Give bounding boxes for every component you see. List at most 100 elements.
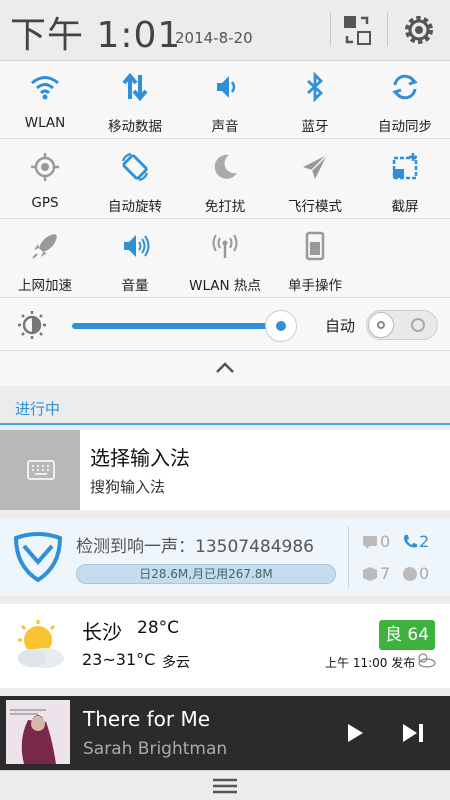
gps-icon <box>31 153 59 181</box>
wifi-icon <box>31 76 59 100</box>
keyboard-icon <box>27 460 55 480</box>
notification-title: 检测到响一声：13507484986 <box>76 537 314 557</box>
brightness-slider-fill <box>72 323 281 329</box>
tile-airplane-mode[interactable]: 飞行模式 <box>270 141 360 219</box>
tile-mobile-data[interactable]: 移动数据 <box>90 61 180 139</box>
tile-label: 自动同步 <box>378 119 432 135</box>
box-icon <box>363 567 377 581</box>
date-label: 2014-8-20 <box>175 29 253 47</box>
tile-label: 截屏 <box>391 199 419 215</box>
section-divider <box>0 423 450 425</box>
toggle-on-indicator <box>411 318 425 332</box>
tile-auto-sync[interactable]: 自动同步 <box>360 61 450 139</box>
weather-range: 23~31°C <box>82 650 156 669</box>
weather-temp: 28°C <box>137 618 180 638</box>
screenshot-icon <box>392 153 418 180</box>
collapse-panel-button[interactable] <box>0 351 450 387</box>
cloud-small-icon <box>418 653 436 668</box>
quick-settings-row: GPS 自动旋转 免打扰 飞行模式 截屏 <box>0 141 450 219</box>
switch-view-icon <box>344 16 371 45</box>
other-count: 0 <box>419 564 430 583</box>
tile-network-boost[interactable]: 上网加速 <box>0 220 90 298</box>
tile-bluetooth[interactable]: 蓝牙 <box>270 61 360 139</box>
sync-icon <box>392 74 418 100</box>
quick-settings-panel: WLAN 移动数据 声音 蓝牙 自动同步 GPS 自动旋转 免打扰 飞行模式 截… <box>0 60 450 386</box>
brightness-slider[interactable] <box>72 323 292 329</box>
slider-dot <box>276 321 286 331</box>
tile-label: 飞行模式 <box>288 199 342 215</box>
divider <box>387 12 388 46</box>
notification-title: 选择输入法 <box>90 446 190 470</box>
tile-label: 声音 <box>211 119 239 135</box>
album-art-image <box>6 700 70 764</box>
song-title: There for Me <box>83 707 211 731</box>
rotate-icon <box>121 152 149 182</box>
settings-button[interactable] <box>399 10 439 50</box>
divider <box>348 526 349 588</box>
album-cover <box>6 700 70 764</box>
tile-wlan-hotspot[interactable]: WLAN 热点 <box>180 220 270 298</box>
tile-label: 单手操作 <box>288 278 342 294</box>
tile-label: 自动旋转 <box>108 199 162 215</box>
shield-icon <box>13 532 63 583</box>
tile-auto-rotate[interactable]: 自动旋转 <box>90 141 180 219</box>
notification-subtitle: 搜狗输入法 <box>90 478 166 496</box>
mobile-data-icon <box>122 72 148 102</box>
notification-music-player[interactable]: There for Me Sarah Brightman <box>0 696 450 770</box>
ad-block-icon <box>403 567 417 581</box>
tile-screenshot[interactable]: 截屏 <box>360 141 450 219</box>
clock-time: 下午 1:01 <box>10 15 182 56</box>
drag-handle-bar[interactable] <box>0 770 450 800</box>
tile-label: 移动数据 <box>108 119 162 135</box>
section-title: 进行中 <box>15 400 61 418</box>
status-header: 下午 1:01 2014-8-20 <box>0 0 450 60</box>
hotspot-icon <box>212 234 238 258</box>
tile-gps[interactable]: GPS <box>0 141 90 219</box>
data-usage-bar: 日28.6M,月已用267.8M <box>76 564 336 584</box>
tile-label: 免打扰 <box>204 199 246 215</box>
moon-icon <box>214 154 237 179</box>
next-track-icon[interactable] <box>400 722 426 744</box>
notification-input-method[interactable]: 选择输入法 搜狗输入法 <box>0 430 450 510</box>
box-count: 7 <box>380 564 391 583</box>
volume-icon <box>124 235 150 257</box>
notification-icon-box <box>0 430 80 510</box>
tile-one-hand-mode[interactable]: 单手操作 <box>270 220 360 298</box>
call-count: 2 <box>419 532 430 551</box>
tile-sound[interactable]: 声音 <box>180 61 270 139</box>
partly-cloudy-icon <box>18 620 64 668</box>
tile-label: WLAN 热点 <box>189 278 261 294</box>
message-icon <box>363 536 377 549</box>
speaker-icon <box>217 76 236 98</box>
switch-view-button[interactable] <box>337 10 377 50</box>
brightness-icon <box>18 311 46 339</box>
rocket-icon <box>32 234 57 259</box>
gear-icon <box>405 16 433 44</box>
quick-settings-row: 上网加速 音量 WLAN 热点 单手操作 <box>0 220 450 298</box>
tile-do-not-disturb[interactable]: 免打扰 <box>180 141 270 219</box>
airplane-icon <box>303 154 328 179</box>
quick-settings-row: WLAN 移动数据 声音 蓝牙 自动同步 <box>0 61 450 139</box>
toggle-knob <box>368 312 394 338</box>
tile-volume[interactable]: 音量 <box>90 220 180 298</box>
air-quality-badge: 良 64 <box>379 620 435 650</box>
tile-wlan[interactable]: WLAN <box>0 61 90 139</box>
phone-icon <box>404 535 417 548</box>
brightness-slider-thumb[interactable] <box>265 310 297 342</box>
chevron-up-icon <box>216 362 234 373</box>
publish-time: 上午 11:00 发布 <box>325 656 416 670</box>
auto-brightness-label: 自动 <box>325 317 356 335</box>
tile-label: 蓝牙 <box>301 119 329 135</box>
tile-label: WLAN <box>24 115 66 131</box>
tile-label: GPS <box>31 195 59 211</box>
notification-weather[interactable]: 长沙 28°C 23~31°C 多云 良 64 上午 11:00 发布 <box>0 604 450 688</box>
auto-brightness-toggle[interactable] <box>366 310 438 340</box>
bluetooth-icon <box>307 71 324 103</box>
notification-security[interactable]: 检测到响一声：13507484986 日28.6M,月已用267.8M 0 2 … <box>0 518 450 596</box>
brightness-row: 自动 <box>0 299 450 351</box>
one-hand-icon <box>305 231 325 261</box>
menu-icon <box>213 778 237 794</box>
play-icon[interactable] <box>344 722 366 744</box>
tile-label: 上网加速 <box>18 278 72 294</box>
tile-label: 音量 <box>121 278 149 294</box>
